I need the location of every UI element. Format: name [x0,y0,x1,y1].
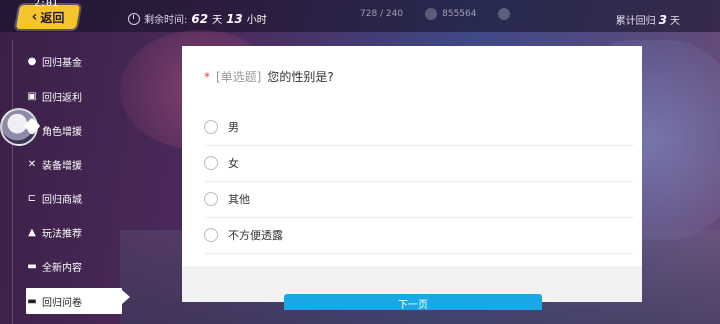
option-label: 女 [228,157,239,170]
questionnaire-icon: ▬ [27,295,37,307]
radio-button[interactable] [204,228,218,242]
thumbs-up-icon: ▲ [28,226,36,238]
sidebar-item-equipment[interactable]: ✕ 装备增援 [26,151,122,177]
new-content-icon: ▬ [27,260,37,272]
sidebar-item-label: 回归基金 [42,57,82,69]
sidebar: ● 回归基金 ▣ 回归返利 ◉ 角色增援 ✕ 装备增援 ⊏ 回归商城 ▲ 玩法推… [0,40,128,324]
option-female[interactable]: 女 [204,145,634,182]
question-text: 您的性别是? [267,70,334,84]
status-clock: 2:01 [34,0,59,9]
resource-coins: 855564 [425,8,476,20]
required-mark: * [204,69,210,84]
sidebar-item-label: 全新内容 [42,262,82,274]
sidebar-item-label: 回归问卷 [42,297,82,309]
sidebar-item-label: 回归商城 [42,194,82,206]
clock-icon [128,12,140,25]
question-type: [单选题] [216,70,262,84]
survey-question: * [单选题] 您的性别是? [204,68,334,85]
survey-panel: * [单选题] 您的性别是? 男 女 其他 不方便透露 下一页 [182,46,642,311]
sidebar-item-new-content[interactable]: ▬ 全新内容 [26,253,122,279]
option-prefer-not-say[interactable]: 不方便透露 [204,217,634,254]
sidebar-item-character[interactable]: ◉ 角色增援 [26,117,122,143]
back-label: 返回 [40,10,65,25]
days-unit: 天 [212,15,223,26]
sidebar-item-label: 回归返利 [42,92,82,104]
sidebar-item-label: 角色增援 [42,126,82,138]
cumulative-unit: 天 [670,16,680,27]
weapon-icon: ✕ [27,158,37,170]
option-label: 男 [228,121,239,134]
option-label: 不方便透露 [228,229,283,242]
sidebar-item-label: 玩法推荐 [42,228,82,240]
cumulative-value: 3 [658,12,667,27]
resource-bar: 728 / 240 855564 [360,8,511,20]
resource-crystal [498,8,511,20]
active-indicator-arrow [122,290,130,304]
stamina-value: 728 / 240 [360,9,404,19]
sidebar-item-recommend[interactable]: ▲ 玩法推荐 [26,219,122,245]
remaining-time: 剩余时间: 62 天 13 小时 [128,11,267,26]
resource-stamina: 728 / 240 [360,8,403,20]
sidebar-item-rebate[interactable]: ▣ 回归返利 [26,83,122,109]
cumulative-label: 累计回归 [615,16,656,27]
hours-value: 13 [226,11,243,26]
option-label: 其他 [228,193,250,206]
next-page-label: 下一页 [398,300,428,311]
radio-button[interactable] [204,192,218,206]
option-male[interactable]: 男 [204,109,634,146]
days-value: 62 [191,11,209,26]
character-icon: ◉ [27,124,37,136]
coin-value: 855564 [442,9,477,19]
money-bag-icon: ● [27,55,37,67]
chevron-left-icon: ‹ [31,9,38,25]
timer-label: 剩余时间: [144,15,188,26]
hours-unit: 小时 [246,15,267,26]
cart-icon: ⊏ [27,192,37,204]
sidebar-item-questionnaire[interactable]: ▬ 回归问卷 [26,288,122,314]
next-page-button[interactable]: 下一页 [284,294,542,311]
cumulative-return: 累计回归 3 天 [615,12,680,28]
sidebar-item-shop[interactable]: ⊏ 回归商城 [26,185,122,211]
sidebar-item-label: 装备增援 [42,160,82,172]
option-other[interactable]: 其他 [204,181,634,218]
radio-button[interactable] [204,120,218,134]
crystal-icon [498,8,511,20]
gift-icon: ▣ [27,90,37,102]
coin-icon [425,8,438,20]
sidebar-item-fund[interactable]: ● 回归基金 [26,48,122,74]
radio-button[interactable] [204,156,218,170]
